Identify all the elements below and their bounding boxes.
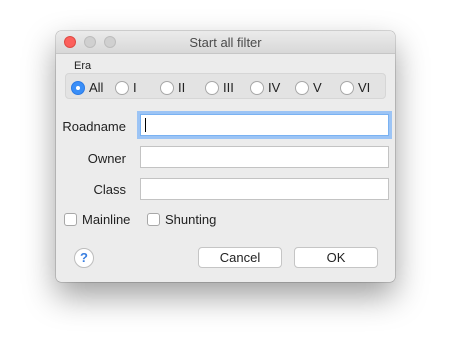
era-radio-vi[interactable]: VI — [340, 80, 370, 95]
mainline-checkbox-label: Mainline — [82, 212, 131, 227]
era-radio-label: All — [89, 80, 104, 95]
era-radio-label: V — [313, 80, 322, 95]
radio-unselected-icon — [205, 80, 219, 95]
owner-input[interactable] — [140, 146, 389, 168]
era-radio-label: IV — [268, 80, 281, 95]
radio-selected-icon — [71, 80, 85, 95]
help-button[interactable]: ? — [74, 248, 94, 268]
era-radio-label: I — [133, 80, 137, 95]
era-radio-label: III — [223, 80, 234, 95]
era-label: Era — [74, 60, 92, 72]
radio-unselected-icon — [160, 80, 174, 95]
checkbox-unchecked-icon — [64, 213, 77, 226]
class-label: Class — [93, 182, 126, 197]
era-radio-all[interactable]: All — [71, 80, 103, 95]
shunting-checkbox[interactable]: Shunting — [147, 212, 216, 227]
help-icon: ? — [80, 250, 88, 265]
era-radio-iv[interactable]: IV — [250, 80, 280, 95]
era-radio-ii[interactable]: II — [160, 80, 185, 95]
era-radio-label: II — [178, 80, 186, 95]
era-radio-iii[interactable]: III — [205, 80, 234, 95]
roadname-input[interactable] — [140, 114, 389, 136]
era-radio-i[interactable]: I — [115, 80, 137, 95]
roadname-label: Roadname — [62, 119, 126, 134]
era-radio-label: VI — [358, 80, 371, 95]
owner-label: Owner — [87, 151, 126, 166]
radio-unselected-icon — [250, 80, 264, 95]
title-bar[interactable]: Start all filter — [56, 31, 395, 54]
era-radio-group: All I II III IV V VI — [65, 73, 386, 99]
radio-unselected-icon — [115, 80, 129, 95]
text-caret — [145, 118, 146, 132]
shunting-checkbox-label: Shunting — [165, 212, 217, 227]
filter-dialog: Start all filter Era All I II III IV V V… — [56, 31, 395, 282]
radio-unselected-icon — [340, 80, 354, 95]
cancel-button[interactable]: Cancel — [198, 247, 282, 268]
class-input[interactable] — [140, 178, 389, 200]
era-radio-v[interactable]: V — [295, 80, 322, 95]
ok-button[interactable]: OK — [294, 247, 378, 268]
mainline-checkbox[interactable]: Mainline — [64, 212, 130, 227]
radio-unselected-icon — [295, 80, 309, 95]
window-title: Start all filter — [189, 35, 262, 50]
checkbox-unchecked-icon — [147, 213, 160, 226]
